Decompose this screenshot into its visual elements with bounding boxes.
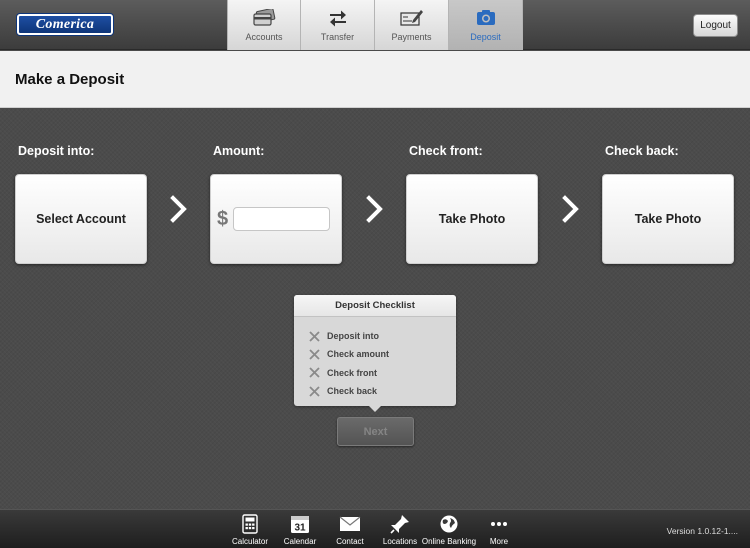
toolbar-contact[interactable]: Contact <box>322 513 378 548</box>
checklist-item-deposit-into: Deposit into <box>309 327 456 345</box>
toolbar-more[interactable]: More <box>471 513 527 548</box>
calendar-day: 31 <box>294 523 306 534</box>
checklist-item-check-back: Check back <box>309 382 456 400</box>
checklist-item-label: Check amount <box>327 349 390 360</box>
toolbar-online-banking[interactable]: Online Banking <box>421 513 477 548</box>
deposit-into-label: Deposit into: <box>18 144 95 158</box>
camera-icon <box>473 7 499 29</box>
check-front-photo-button[interactable]: Take Photo <box>406 174 538 264</box>
toolbar-locations[interactable]: Locations <box>372 513 428 548</box>
toolbar-label: Calendar <box>283 537 317 546</box>
tab-label: Accounts <box>245 32 283 42</box>
title-bar: Make a Deposit <box>0 51 750 108</box>
comerica-logo: Comerica <box>17 14 113 35</box>
deposit-checklist: Deposit Checklist Deposit into Check amo… <box>294 295 456 412</box>
currency-symbol: $ <box>217 207 229 230</box>
map-pin-icon <box>389 513 411 535</box>
amount-card: $ <box>210 174 342 264</box>
check-front-label: Check front: <box>409 144 483 158</box>
tab-payments[interactable]: Payments <box>375 0 449 50</box>
chevron-right-icon <box>170 195 187 223</box>
top-bar: Comerica Accounts Transfer Payments Depo… <box>0 0 750 50</box>
x-mark-icon <box>309 367 320 378</box>
toolbar-label: More <box>489 537 509 546</box>
chevron-right-icon <box>366 195 383 223</box>
toolbar-calculator[interactable]: Calculator <box>222 513 278 548</box>
x-mark-icon <box>309 331 320 342</box>
chevron-right-icon <box>562 195 579 223</box>
check-pen-icon <box>399 7 425 29</box>
calendar-icon: 31 <box>289 513 311 535</box>
check-back-photo-button[interactable]: Take Photo <box>602 174 734 264</box>
bottom-toolbar: Calculator 31 Calendar Contact Locations… <box>0 509 750 548</box>
select-account-button[interactable]: Select Account <box>15 174 147 264</box>
x-mark-icon <box>309 385 320 397</box>
check-back-label: Check back: <box>605 144 679 158</box>
tab-label: Payments <box>391 32 432 42</box>
tab-accounts[interactable]: Accounts <box>227 0 301 50</box>
toolbar-label: Online Banking <box>421 537 477 546</box>
amount-input[interactable] <box>233 207 331 231</box>
amount-label: Amount: <box>213 144 265 158</box>
checklist-item-label: Check back <box>327 386 378 397</box>
credit-card-icon <box>251 7 277 29</box>
checklist-item-check-front: Check front <box>309 364 456 382</box>
tab-label: Transfer <box>320 32 355 42</box>
checklist-title: Deposit Checklist <box>294 295 456 317</box>
toolbar-label: Calculator <box>231 537 268 546</box>
tab-deposit[interactable]: Deposit <box>449 0 523 50</box>
envelope-icon <box>339 513 361 535</box>
version-text: Version 1.0.12-1.... <box>666 526 738 536</box>
tab-label: Deposit <box>470 32 501 42</box>
toolbar-calendar[interactable]: 31 Calendar <box>272 513 328 548</box>
calculator-icon <box>239 513 261 535</box>
tab-transfer[interactable]: Transfer <box>301 0 375 50</box>
toolbar-label: Locations <box>382 537 418 546</box>
globe-icon <box>438 513 460 535</box>
checklist-item-label: Check front <box>327 367 378 378</box>
deposit-panel: Deposit into: Amount: Check front: Check… <box>0 109 750 509</box>
logout-button[interactable]: Logout <box>693 14 738 37</box>
main-tabs: Accounts Transfer Payments Deposit <box>227 0 523 50</box>
more-dots-icon <box>488 513 510 535</box>
x-mark-icon <box>309 349 320 360</box>
checklist-item-label: Deposit into <box>327 331 379 342</box>
toolbar-label: Contact <box>336 537 364 546</box>
checklist-pointer <box>369 406 381 412</box>
page-title: Make a Deposit <box>15 71 125 88</box>
transfer-arrows-icon <box>325 7 351 29</box>
next-button[interactable]: Next <box>337 417 414 446</box>
checklist-item-check-amount: Check amount <box>309 345 456 363</box>
